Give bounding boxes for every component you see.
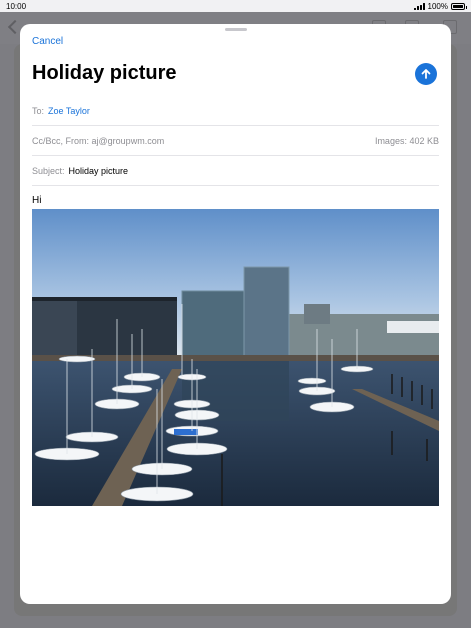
status-bar: 10:00 100%	[0, 0, 471, 12]
battery-percent: 100%	[427, 1, 448, 11]
send-button[interactable]	[415, 63, 437, 85]
attached-photo[interactable]	[32, 209, 439, 506]
compose-sheet: Cancel Holiday picture To: Zoe Taylor Cc…	[20, 24, 451, 604]
compose-title: Holiday picture	[32, 62, 177, 84]
cancel-button[interactable]: Cancel	[32, 36, 63, 47]
to-recipient-token[interactable]: Zoe Taylor	[48, 106, 90, 116]
to-label: To:	[32, 105, 45, 116]
images-label: Images:	[374, 135, 407, 146]
cc-from-field[interactable]: Cc/Bcc, From: aj@groupwm.com Images: 402…	[32, 126, 439, 156]
from-address: aj@groupwm.com	[91, 135, 165, 146]
status-time: 10:00	[6, 1, 27, 11]
harbor-photo	[32, 209, 439, 506]
cc-from-group: Cc/Bcc, From: aj@groupwm.com	[32, 136, 164, 146]
battery-icon	[451, 2, 467, 10]
status-indicators: 100%	[413, 1, 467, 11]
subject-label: Subject:	[32, 165, 65, 176]
images-size-group[interactable]: Images: 402 KB	[375, 136, 439, 146]
sheet-grabber[interactable]	[225, 28, 247, 31]
subject-field[interactable]: Subject: Holiday picture	[32, 156, 439, 186]
subject-value[interactable]: Holiday picture	[69, 166, 129, 176]
cc-from-label: Cc/Bcc, From:	[32, 135, 90, 146]
images-size: 402 KB	[409, 135, 439, 146]
to-field[interactable]: To: Zoe Taylor	[32, 96, 439, 126]
signal-icon	[413, 2, 425, 10]
message-body[interactable]: Hi	[32, 195, 41, 206]
arrow-up-icon	[421, 69, 431, 79]
